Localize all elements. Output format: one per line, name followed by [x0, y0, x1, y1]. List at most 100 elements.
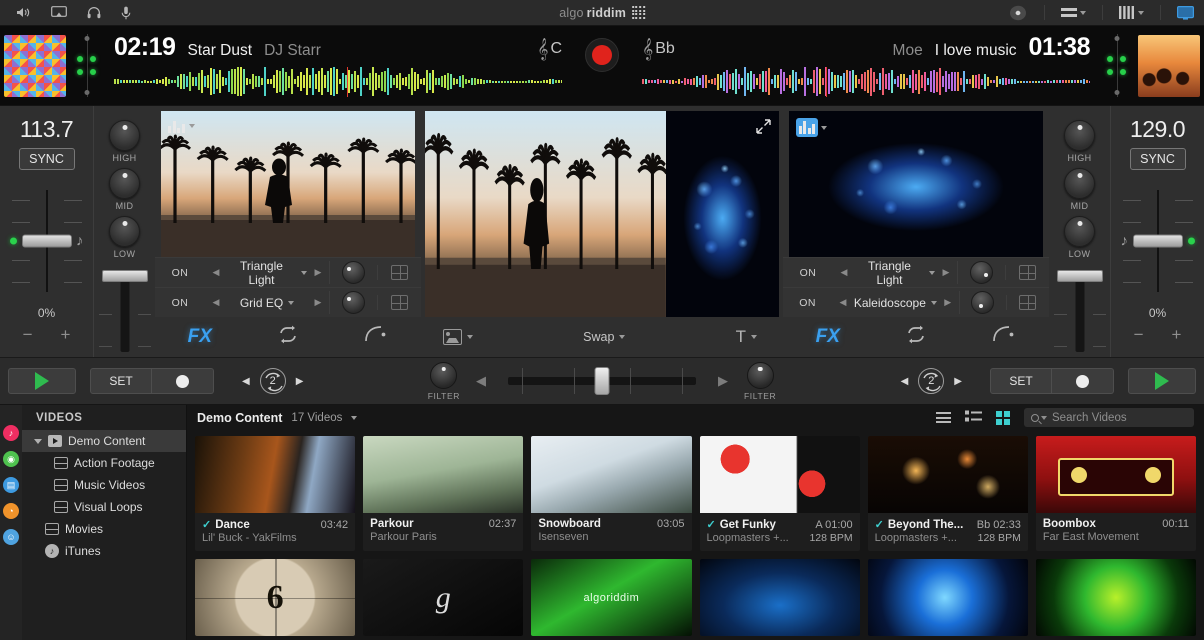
chevron-down-icon-text[interactable] [750, 335, 757, 339]
video-card[interactable] [1035, 559, 1196, 636]
deck-b-pitch-fader[interactable]: ♪ [1121, 182, 1195, 300]
chevron-down-icon-search[interactable] [1041, 415, 1047, 420]
itunes-icon[interactable]: ♪ [3, 425, 19, 441]
video-source-button[interactable] [443, 329, 473, 345]
speaker-icon[interactable] [16, 6, 31, 19]
deck-b-video-fx-badge[interactable] [796, 118, 827, 137]
record-button[interactable] [585, 38, 619, 72]
deck-b-waveform[interactable] [642, 65, 1090, 99]
video-card[interactable] [699, 559, 860, 636]
deck-b-fx2-prev[interactable]: ◀ [832, 297, 854, 308]
deck-b-loop-size[interactable]: 2 [918, 368, 945, 394]
deck-a-fx1-knob[interactable] [342, 261, 365, 284]
deck-a-fx2-grid-cell[interactable] [377, 295, 421, 310]
deck-b-sync-button[interactable]: SYNC [1129, 148, 1186, 170]
detail-view-button[interactable] [965, 409, 982, 427]
video-card[interactable]: algoriddim [531, 559, 692, 636]
video-card[interactable]: ✓ Beyond The... Bb 02:33 Loopmasters +... 12… [867, 436, 1028, 551]
text-overlay-button[interactable]: T [736, 327, 757, 347]
deck-a-fx-button[interactable]: FX [188, 326, 212, 348]
swap-button[interactable]: Swap [583, 330, 626, 344]
sidebar-item-action-footage[interactable]: Action Footage [22, 452, 186, 474]
crossfader[interactable] [502, 366, 702, 396]
crossfader-handle[interactable] [594, 367, 610, 395]
disclosure-triangle-icon[interactable] [34, 438, 42, 444]
deck-b-volume-handle[interactable] [1056, 270, 1103, 282]
crossfader-left-arrow[interactable]: ◀ [476, 373, 486, 389]
deck-a-mid-knob[interactable] [109, 168, 140, 199]
deck-a-high-knob[interactable] [109, 120, 140, 151]
deck-a-fx2-prev[interactable]: ◀ [205, 297, 227, 308]
search-videos-field[interactable]: Search Videos [1024, 408, 1194, 427]
chevron-down-icon-source[interactable] [467, 335, 473, 339]
deck-b-pitch-handle[interactable] [1132, 234, 1183, 248]
deck-b-fx2-name-wrap[interactable]: Kaleidoscope [854, 296, 937, 310]
deck-b-fx1-name-wrap[interactable]: Triangle Light [855, 259, 935, 287]
deck-b-high-knob[interactable] [1064, 120, 1095, 151]
crossfader-right-arrow[interactable]: ▶ [718, 373, 728, 389]
deck-b-fx1-knob-cell[interactable] [957, 261, 1005, 284]
deck-b-keylock-icon[interactable]: ♪ [1121, 233, 1129, 250]
video-library-icon[interactable]: ▤ [3, 477, 19, 493]
chevron-down-icon-fx-a2[interactable] [288, 300, 295, 305]
deck-a-loop-icon[interactable] [277, 325, 299, 350]
deck-a-fx1-next[interactable]: ▶ [307, 267, 329, 278]
deck-a-fx2-on[interactable]: ON [155, 297, 205, 309]
deck-a-fx2-next[interactable]: ▶ [307, 297, 329, 308]
deck-a-sync-button[interactable]: SYNC [18, 148, 75, 170]
video-card[interactable]: 6 [195, 559, 356, 636]
deck-a-fx1-grid-cell[interactable] [377, 265, 421, 280]
deck-a-fx1-name-wrap[interactable]: Triangle Light [227, 259, 307, 287]
deck-a-cue-column[interactable] [70, 26, 104, 105]
list-view-icon[interactable] [1055, 7, 1092, 19]
deck-a-low-knob[interactable] [109, 216, 140, 247]
deck-a-bounce-icon[interactable] [364, 325, 388, 349]
history-icon[interactable]: ◔ [3, 503, 19, 519]
deck-a-play-button[interactable] [8, 368, 76, 394]
deck-a-pitch-plus[interactable]: + [61, 325, 71, 345]
deck-b-loop-icon[interactable] [905, 325, 927, 350]
deck-b-fx1-next[interactable]: ▶ [935, 267, 957, 278]
deck-b-set-button[interactable]: SET [990, 368, 1052, 394]
airplay-icon[interactable] [51, 6, 67, 19]
sidebar-item-visual-loops[interactable]: Visual Loops [22, 496, 186, 518]
deck-a-waveform[interactable] [114, 65, 562, 99]
deck-b-fx1-prev[interactable]: ◀ [833, 267, 855, 278]
deck-b-play-button[interactable] [1128, 368, 1196, 394]
deck-a-fx1-on[interactable]: ON [155, 267, 205, 279]
record-toggle-icon[interactable] [1002, 5, 1034, 21]
sidebar-item-demo-content[interactable]: Demo Content [22, 430, 186, 452]
deck-a-filter-knob[interactable] [430, 361, 458, 389]
deck-a-eq-high[interactable]: HIGH [109, 120, 140, 163]
deck-b-fx2-on[interactable]: ON [783, 297, 832, 309]
finder-icon[interactable]: ☺ [3, 529, 19, 545]
video-card[interactable]: ✓ Get Funky A 01:00 Loopmasters +... 128 BPM [699, 436, 860, 551]
sidebar-item-music-videos[interactable]: Music Videos [22, 474, 186, 496]
deck-b-video-preview[interactable] [789, 111, 1043, 257]
deck-b-pitch-minus[interactable]: − [1134, 325, 1144, 345]
microphone-icon[interactable] [121, 6, 131, 20]
video-card[interactable]: Snowboard 03:05 Isenseven [531, 436, 692, 551]
deck-b-eq-high[interactable]: HIGH [1064, 120, 1095, 163]
deck-b-fx2-knob-cell[interactable] [958, 291, 1006, 314]
deck-a-loop-size[interactable]: 2 [259, 368, 286, 394]
deck-a-fx1-prev[interactable]: ◀ [205, 267, 227, 278]
deck-a-fx1-knob-cell[interactable] [329, 261, 377, 284]
deck-b-cue-button[interactable] [1052, 368, 1114, 394]
deck-a-cue-button[interactable] [152, 368, 214, 394]
deck-a-volume-handle[interactable] [101, 270, 148, 282]
deck-a-eq-low[interactable]: LOW [109, 216, 140, 259]
video-card[interactable]: ✓ Dance 03:42 Lil' Buck - YakFilms [195, 436, 356, 551]
deck-a-video-preview[interactable] [161, 111, 415, 257]
deck-b-eq-low[interactable]: LOW [1064, 216, 1095, 259]
master-video-preview[interactable] [425, 111, 779, 317]
deck-b-bounce-icon[interactable] [992, 325, 1016, 349]
deck-a-filter[interactable]: FILTER [428, 361, 460, 401]
deck-b-filter[interactable]: FILTER [744, 361, 776, 401]
deck-a-pitch-handle[interactable] [21, 234, 72, 248]
deck-a-set-button[interactable]: SET [90, 368, 152, 394]
deck-a-keylock-icon[interactable]: ♪ [76, 233, 84, 250]
deck-b-loop-halve[interactable]: ◀ [901, 376, 909, 387]
deck-b-pitch-plus[interactable]: + [1172, 325, 1182, 345]
sidebar-item-movies[interactable]: Movies [22, 518, 186, 540]
